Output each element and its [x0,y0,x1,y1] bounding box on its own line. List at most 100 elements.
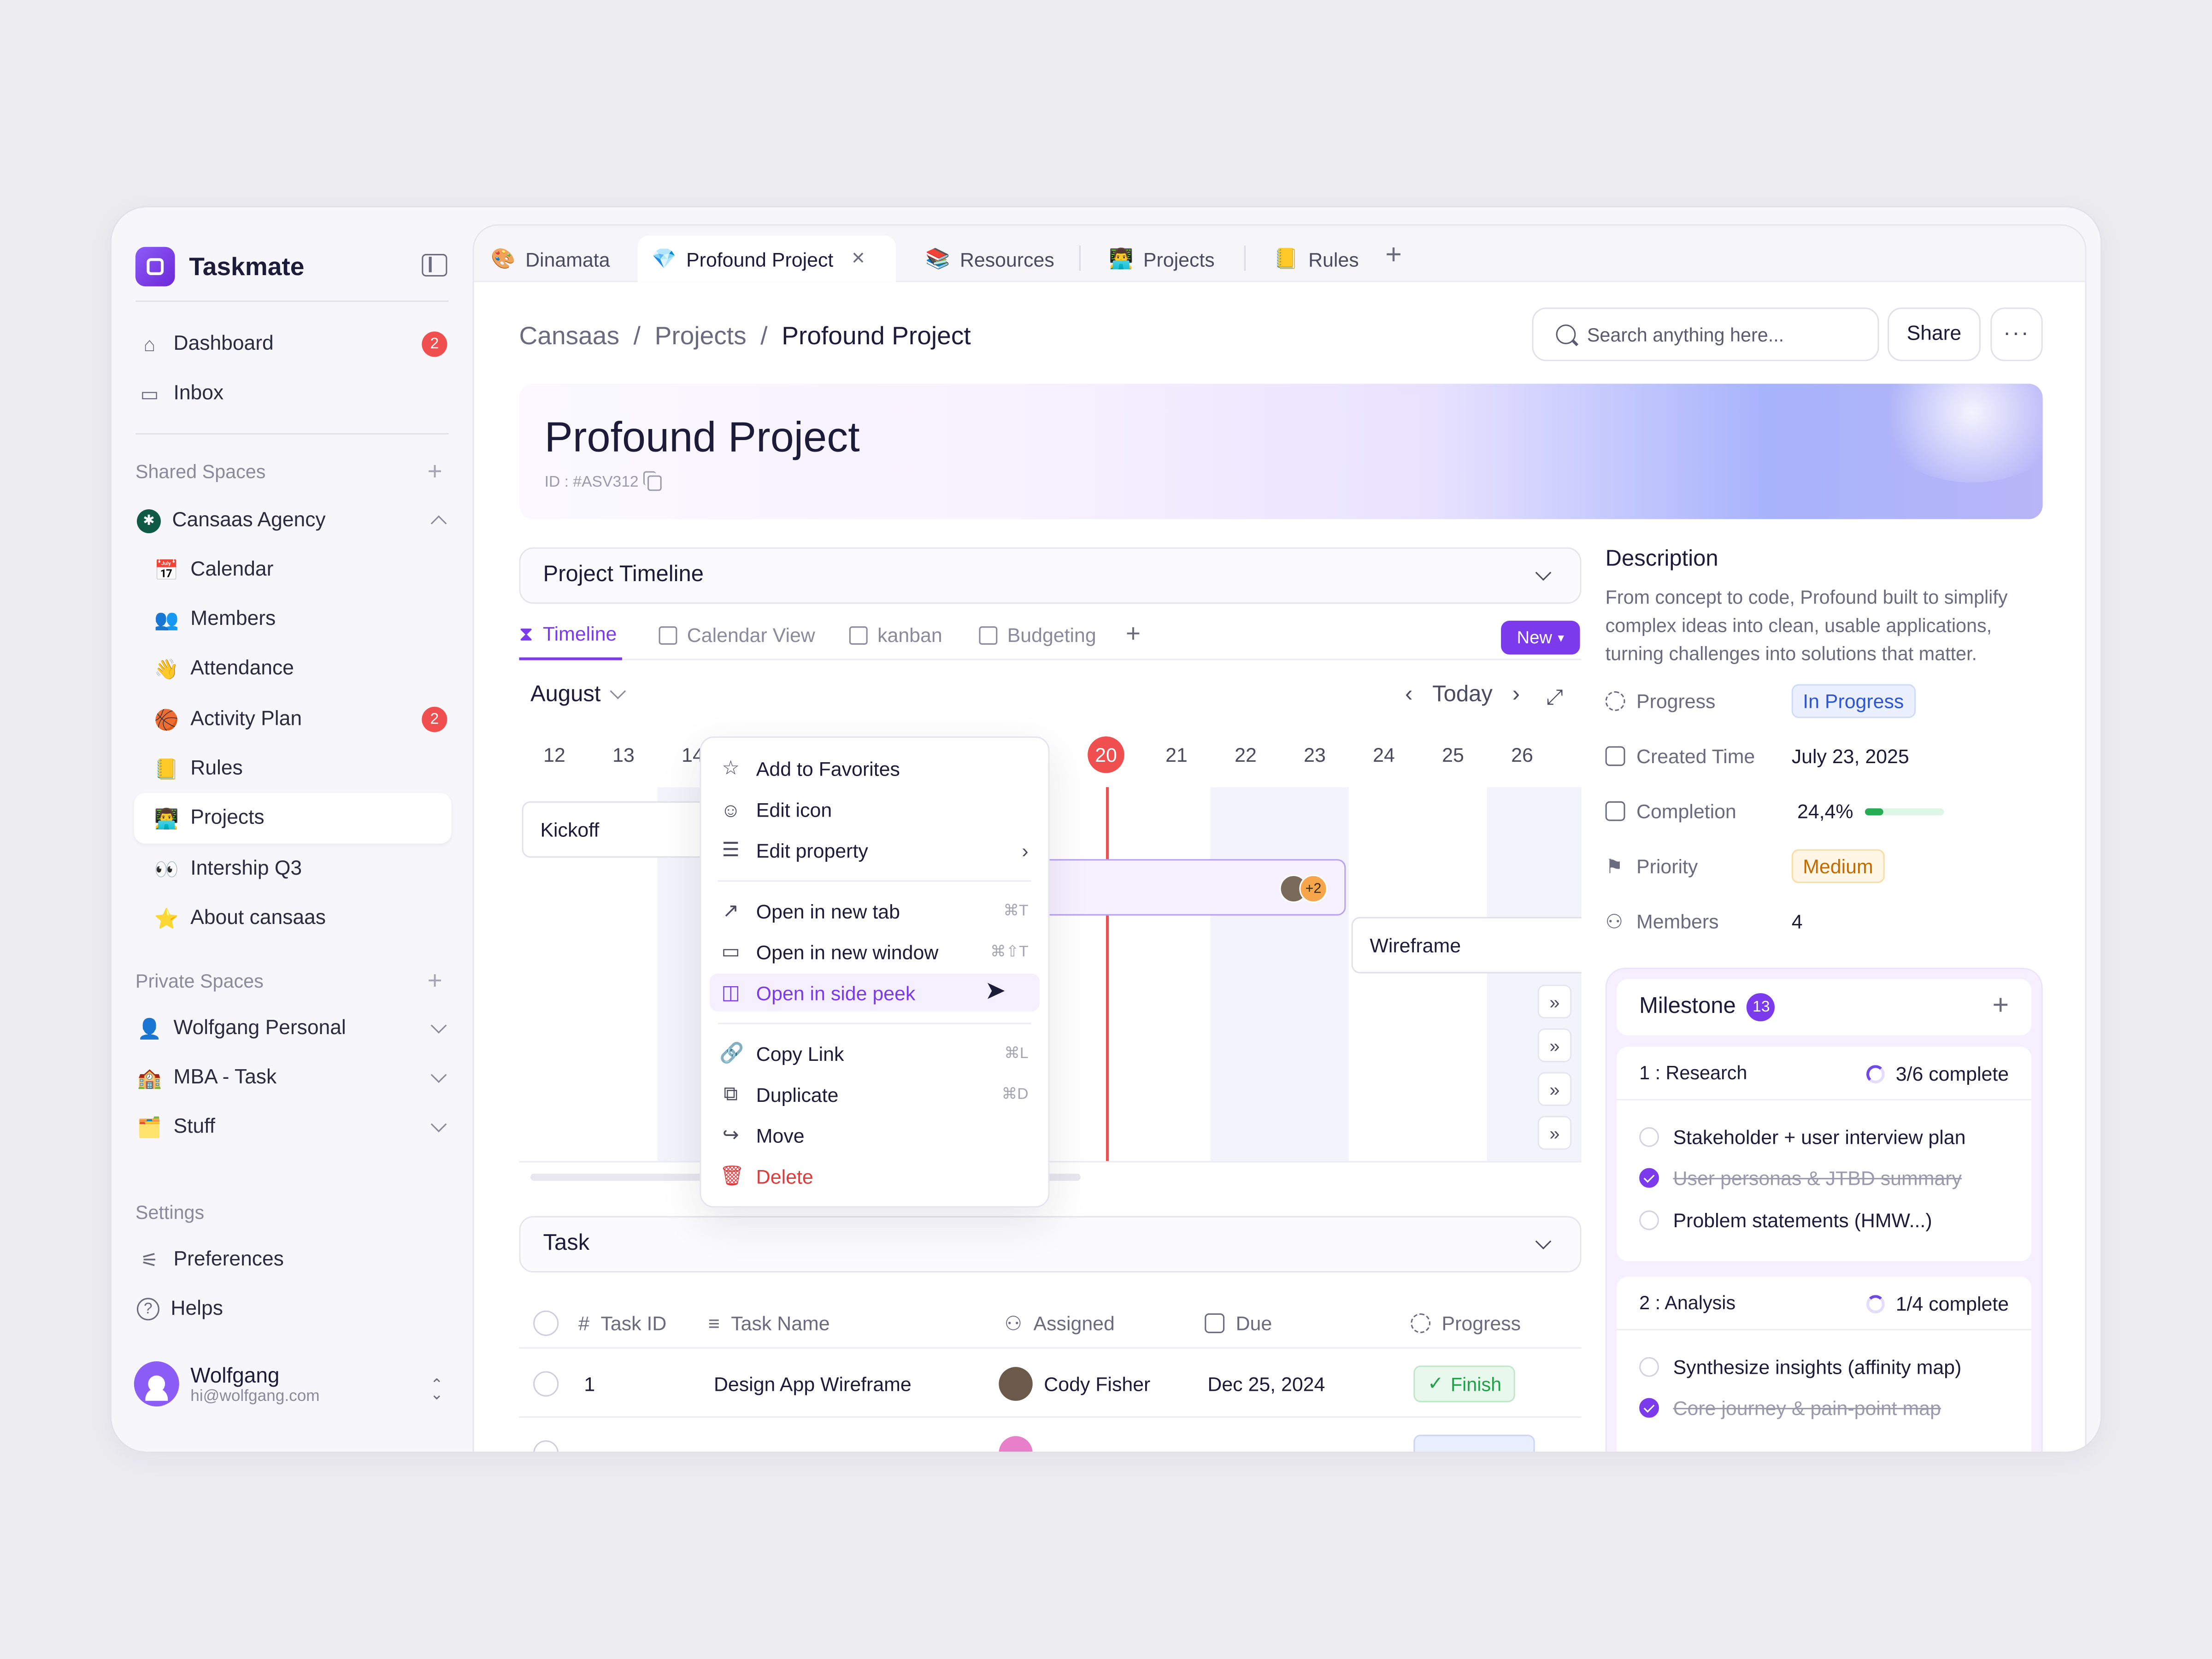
checkbox[interactable] [1639,1210,1659,1230]
priority-badge[interactable]: Medium [1791,849,1885,883]
milestone-item[interactable]: Core journey & pain-point map [1639,1391,1941,1424]
month-selector[interactable]: August [530,683,626,708]
tab-resources[interactable]: 📚 Resources [912,235,1069,282]
chevron-down-icon[interactable] [430,1067,447,1083]
tab-kanban[interactable]: kanban [849,609,942,660]
skip-forward-icon[interactable]: » [1537,984,1572,1019]
tab-profound-project[interactable]: 💎 Profound Project × [637,235,896,282]
sidebar-item-projects[interactable]: 👨‍💻 Projects [134,793,452,844]
chevron-down-icon[interactable] [430,1018,447,1034]
chevron-down-icon[interactable] [1535,1233,1552,1250]
menu-item-open-in-new-window[interactable]: ▭ Open in new window ⌘⇧T [710,932,1040,971]
milestone-item[interactable]: Stakeholder + user interview plan [1639,1120,1965,1154]
sidebar-item-calendar[interactable]: 📅 Calendar [151,545,450,595]
chevron-down-icon[interactable] [1535,565,1552,581]
user-card[interactable]: Wolfgang hi@wolfgang.com [134,1361,320,1407]
menu-item-edit-icon[interactable]: ☺ Edit icon [710,790,1040,828]
sidebar-item-about-cansaas[interactable]: ⭐ About cansaas [151,893,450,944]
add-view-icon[interactable]: + [1126,619,1141,649]
copy-icon[interactable] [642,470,661,490]
add-tab-icon[interactable]: + [1385,240,1402,272]
switch-account-icon[interactable]: ⌃ ⌄ [430,1377,443,1403]
task-section-header[interactable]: Task [519,1216,1582,1273]
chevron-up-icon[interactable] [430,515,447,532]
checkbox[interactable] [1639,1357,1659,1377]
search-input[interactable] [1587,324,1855,345]
sidebar-item-attendance[interactable]: 👋 Attendance [151,643,450,694]
add-private-space-icon[interactable]: + [428,966,442,996]
column-header[interactable]: Due [1205,1298,1272,1348]
progress-ring-icon [1866,1064,1885,1083]
sidebar-item-label: About cansaas [190,907,326,930]
loader-icon [1605,691,1625,711]
column-header[interactable]: Progress [1411,1298,1521,1348]
column-header[interactable]: # Task ID [578,1298,666,1348]
sidebar-toggle-icon[interactable] [422,254,447,276]
checkbox-checked[interactable] [1639,1168,1659,1188]
menu-item-open-in-new-tab[interactable]: ↗ Open in new tab ⌘T [710,892,1040,930]
checkbox-checked[interactable] [1639,1398,1659,1418]
menu-item-delete[interactable]: 🗑 Delete [710,1157,1040,1195]
sidebar-item-rules[interactable]: 📒 Rules [151,743,450,794]
skip-forward-icon[interactable]: » [1537,1072,1572,1106]
sidebar-item-helps[interactable]: ? Helps [134,1284,450,1335]
timeline-bar-wireframe[interactable]: Wireframe [1351,917,1582,974]
sidebar-item-dashboard[interactable]: ⌂ Dashboard 2 [134,319,450,370]
sidebar-item-intership-q3[interactable]: 👀 Intership Q3 [151,844,450,894]
chevron-down-icon[interactable] [430,1116,447,1133]
column-header[interactable]: ≡ Task Name [708,1298,830,1348]
menu-item-edit-property[interactable]: ☰ Edit property › [710,831,1040,869]
menu-item-add-to-favorites[interactable]: ☆ Add to Favorites [710,749,1040,787]
milestone-item[interactable]: User personas & JTBD summary [1639,1161,1962,1194]
row-checkbox[interactable] [533,1350,559,1418]
tab-dinamata[interactable]: 🎨 Dinamata [477,235,624,282]
more-options-icon[interactable]: ··· [1990,307,2043,361]
today-button[interactable]: Today [1432,683,1493,708]
tab-calendar-view[interactable]: Calendar View [659,609,815,660]
space-stuff[interactable]: 🗂️ Stuff [134,1102,450,1153]
menu-item-copy-link[interactable]: 🔗 Copy Link ⌘L [710,1034,1040,1072]
checkbox[interactable] [1639,1127,1659,1147]
skip-forward-icon[interactable]: » [1537,1028,1572,1063]
skip-forward-icon[interactable]: » [1537,1116,1572,1150]
table-row[interactable]: 1 Design App Wireframe Cody Fisher Dec 2… [519,1350,1582,1418]
brand[interactable]: Taskmate [135,247,304,287]
milestone-card-header[interactable]: 2 : Analysis 1/4 complete [1617,1277,2032,1330]
menu-item-duplicate[interactable]: ⧉ Duplicate ⌘D [710,1075,1040,1113]
space-mba-task[interactable]: 🏫 MBA - Task [134,1053,450,1103]
progress-status-badge[interactable]: In Progress [1791,684,1915,718]
breadcrumb-item[interactable]: Projects [655,322,747,351]
menu-item-move[interactable]: ↪ Move [710,1116,1040,1154]
sidebar-item-activity-plan[interactable]: 🏀 Activity Plan 2 [151,694,450,745]
books-emoji-icon: 📚 [925,247,950,270]
milestone-item[interactable]: Synthesize insights (affinity map) [1639,1350,1961,1384]
milestone-item[interactable]: Problem statements (HMW...) [1639,1203,1932,1237]
close-icon[interactable]: × [852,246,865,271]
add-shared-space-icon[interactable]: + [428,457,442,487]
breadcrumb-item[interactable]: Cansaas [519,322,619,351]
sidebar-item-members[interactable]: 👥 Members [151,594,450,645]
column-header[interactable]: ⚇ Assigned [1005,1298,1115,1348]
sidebar-item-inbox[interactable]: ▭ Inbox [134,368,450,419]
share-button[interactable]: Share [1887,307,1981,361]
expand-icon[interactable]: ⤢ [1546,686,1563,710]
table-row[interactable] [519,1419,1582,1452]
space-wolfgang-personal[interactable]: 👤 Wolfgang Personal [134,1003,450,1054]
tab-rules[interactable]: 📒 Rules [1260,235,1373,282]
select-all-checkbox[interactable] [533,1298,559,1348]
add-milestone-icon[interactable]: + [1992,990,2009,1023]
chevron-right-icon[interactable]: › [1512,683,1520,708]
workspace-cansaas-agency[interactable]: ✱ Cansaas Agency [134,495,450,546]
milestone-card-header[interactable]: 1 : Research 3/6 complete [1617,1047,2032,1100]
project-timeline-header[interactable]: Project Timeline [519,547,1582,604]
tab-budgeting[interactable]: Budgeting [979,609,1096,660]
sidebar-item-preferences[interactable]: ⚟ Preferences [134,1235,450,1285]
tab-projects[interactable]: 👨‍💻 Projects [1094,235,1229,282]
tab-timeline[interactable]: ⧗ Timeline [519,609,623,660]
row-checkbox[interactable] [533,1419,559,1452]
app-window: Taskmate ⌂ Dashboard 2 ▭ Inbox Shared Sp… [110,206,2102,1453]
new-button[interactable]: New ▾ [1501,620,1580,655]
chevron-left-icon[interactable]: ‹ [1405,683,1412,708]
notification-badge: 2 [422,706,447,732]
task-name[interactable]: Design App Wireframe [714,1350,912,1418]
